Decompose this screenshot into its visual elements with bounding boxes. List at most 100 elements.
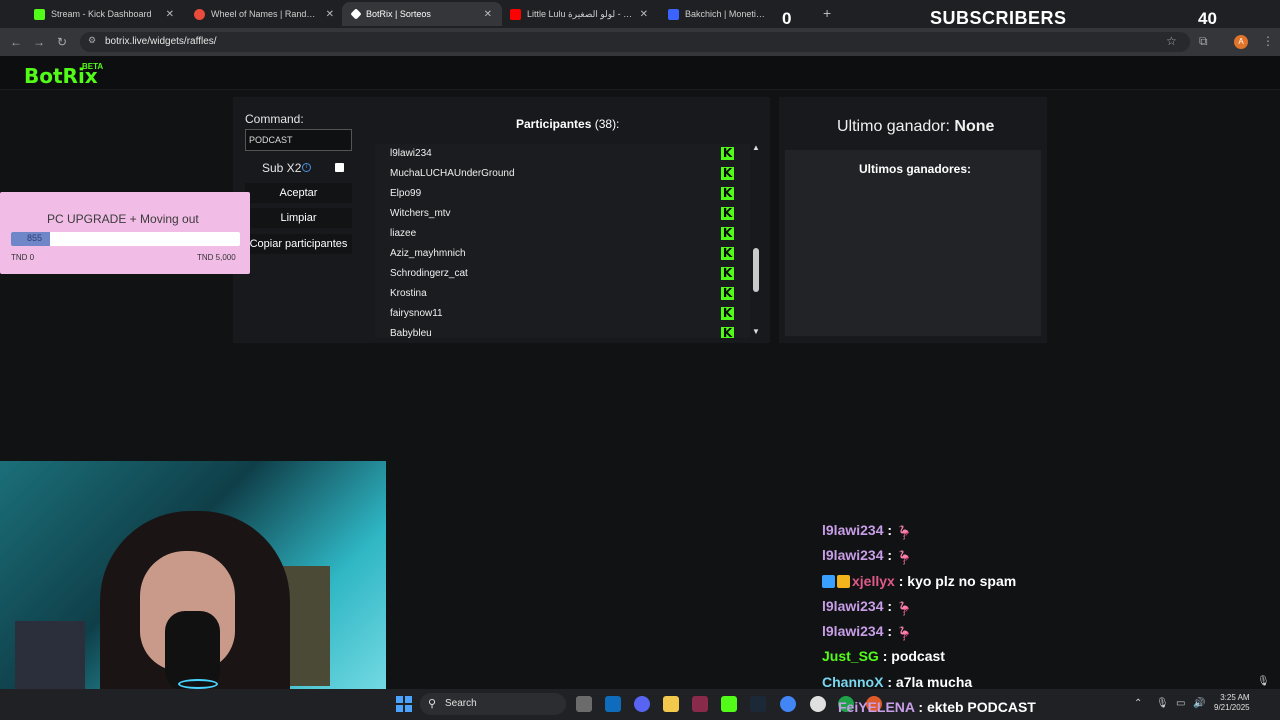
participant-name: Witchers_mtv (390, 208, 451, 219)
tab-title: Bakchich | Monetization for creators (685, 9, 768, 19)
back-icon[interactable]: ← (10, 35, 22, 49)
kick-app-icon[interactable] (721, 696, 737, 712)
tab-wheel-of-names[interactable]: Wheel of Names | Random name picker ✕ (184, 2, 344, 26)
youtube-favicon-icon (510, 8, 521, 20)
participant-name: Babybleu (390, 328, 432, 338)
chat-text: a7la mucha (895, 674, 973, 690)
sub-x2-checkbox[interactable] (335, 163, 344, 172)
last-winners-box (785, 150, 1041, 336)
webcam-feed (0, 461, 386, 720)
overlay-subscribers-label: SUBSCRIBERS (930, 8, 1067, 28)
new-tab-icon[interactable]: + (823, 5, 831, 21)
kick-icon: K (721, 206, 734, 220)
forward-icon[interactable]: → (33, 35, 45, 49)
scrollbar-thumb[interactable] (753, 248, 759, 292)
mic-overlay-icon: 🎙 (1257, 676, 1270, 687)
command-label: Command: (245, 112, 304, 126)
participant-name: liazee (390, 228, 417, 239)
microphone-icon[interactable]: 🎙 (1156, 698, 1169, 709)
steam-icon[interactable] (750, 696, 766, 712)
botrix-favicon-icon (350, 8, 362, 20)
app-icon[interactable] (692, 696, 708, 712)
tab-botrix-sorteos[interactable]: BotRix | Sorteos ✕ (342, 2, 502, 26)
chat-user: l9lawi234 (822, 547, 884, 563)
discord-icon[interactable] (634, 696, 650, 712)
kick-icon: K (721, 186, 734, 200)
clear-button[interactable]: Limpiar (245, 208, 352, 228)
tray-chevron-icon[interactable]: ⌃ (1134, 698, 1142, 709)
badge-icon (822, 575, 835, 588)
close-icon[interactable]: ✕ (640, 9, 648, 20)
kick-icon: K (721, 226, 734, 240)
taskbar-search[interactable] (420, 693, 566, 715)
participant-name: Aziz_mayhmnich (390, 248, 466, 259)
taskbar-clock[interactable]: 3:25 AM 9/21/2025 (1214, 693, 1250, 713)
windows-start-icon[interactable] (396, 696, 412, 712)
close-icon[interactable]: ✕ (326, 9, 334, 20)
copy-participants-button[interactable]: Copiar participantes (245, 234, 352, 254)
browser-icon[interactable] (810, 696, 826, 712)
kick-icon: K (721, 286, 734, 300)
list-item: Aziz_mayhmnich K (375, 244, 750, 264)
tab-title: Stream - Kick Dashboard (51, 9, 152, 19)
chat-message: ChannoX : a7la mucha (822, 674, 973, 690)
emote-icon: 🦩 (895, 601, 913, 616)
chat-message: l9lawi234 : 🦩 (822, 547, 913, 565)
file-explorer-icon[interactable] (663, 696, 679, 712)
list-item: Schrodingerz_cat K (375, 264, 750, 284)
overlay-left-count: 0 (782, 9, 792, 28)
last-winner-label: Ultimo ganador: (837, 118, 950, 135)
tab-bakchich[interactable]: Bakchich | Monetization for creators (658, 2, 778, 26)
beta-badge: BETA (82, 62, 104, 71)
last-winner: Ultimo ganador: None (837, 118, 994, 136)
chrome-icon[interactable] (780, 696, 796, 712)
clock-date: 9/21/2025 (1214, 703, 1250, 712)
scroll-down-icon[interactable]: ▼ (752, 327, 760, 336)
bookmark-star-icon[interactable]: ☆ (1166, 34, 1177, 48)
participant-name: l9lawi234 (390, 148, 432, 159)
menu-kebab-icon[interactable]: ⋮ (1262, 34, 1274, 48)
kick-icon: K (721, 306, 734, 320)
chat-message: xjellyx : kyo plz no spam (822, 573, 1016, 589)
chat-text: kyo plz no spam (907, 573, 1017, 589)
reload-icon[interactable]: ↻ (57, 35, 67, 49)
site-info-icon[interactable]: ⚙ (88, 35, 96, 46)
emote-icon: 🦩 (895, 626, 913, 641)
address-bar[interactable] (80, 32, 1190, 52)
url-text: botrix.live/widgets/raffles/ (105, 36, 217, 47)
list-item: Babybleu K (375, 324, 750, 338)
accept-button[interactable]: Aceptar (245, 183, 352, 203)
bakchich-favicon-icon (668, 8, 679, 20)
command-input[interactable]: PODCAST (245, 129, 352, 151)
sub-x2-label: Sub X2 (262, 161, 302, 175)
kick-icon: K (721, 246, 734, 260)
clock-time: 3:25 AM (1220, 693, 1250, 702)
participant-name: Schrodingerz_cat (390, 268, 468, 279)
list-item: Krostina K (375, 284, 750, 304)
close-icon[interactable]: ✕ (484, 9, 492, 20)
goal-min-label: TND 0 (11, 253, 35, 262)
extensions-icon[interactable]: ⧉ (1199, 34, 1208, 49)
chat-message: l9lawi234 : 🦩 (822, 522, 913, 540)
info-icon[interactable]: i (302, 163, 311, 172)
profile-avatar[interactable]: A (1234, 35, 1248, 49)
chat-message: l9lawi234 : 🦩 (822, 623, 913, 641)
participants-list[interactable]: l9lawi234 K MuchaLUCHAUnderGround K Elpo99… (375, 144, 750, 338)
volume-icon[interactable]: 🔊 (1193, 698, 1205, 709)
participant-name: fairysnow11 (390, 308, 443, 319)
network-icon[interactable]: ▭ (1176, 698, 1185, 709)
outlook-icon[interactable] (605, 696, 621, 712)
chat-user: Just_SG (822, 648, 879, 664)
close-icon[interactable]: ✕ (166, 9, 174, 20)
goal-current-value: 855 (27, 233, 43, 243)
chat-user: l9lawi234 (822, 598, 884, 614)
webcam-mic-ring (178, 679, 218, 689)
overlay-right-count: 40 (1198, 9, 1217, 28)
tab-kick-dashboard[interactable]: Stream - Kick Dashboard ✕ (24, 2, 184, 26)
list-item: MuchaLUCHAUnderGround K (375, 164, 750, 184)
chat-text: ekteb PODCAST (926, 699, 1036, 715)
tab-youtube-little-lulu[interactable]: Little Lulu لولو الصغيرة - YouTube ✕ (500, 2, 658, 26)
task-view-icon[interactable] (576, 696, 592, 712)
scroll-up-icon[interactable]: ▲ (752, 143, 760, 152)
crown-badge-icon (837, 575, 850, 588)
